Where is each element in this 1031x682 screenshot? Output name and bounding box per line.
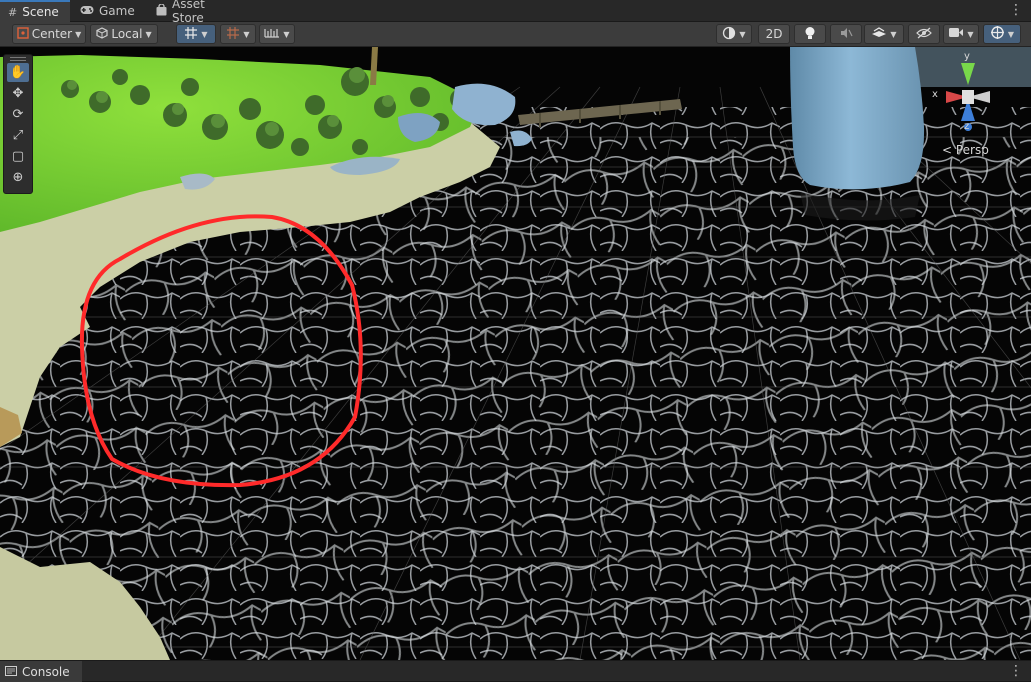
- transform-icon: ⊕: [12, 170, 24, 185]
- scene-toolbar: Center ▼ Local ▼ ▼ ▼ ▼ ▼ 2D ▼ ▼ ▼: [0, 22, 1031, 47]
- lighting-toggle[interactable]: [794, 24, 826, 44]
- move-arrows-icon: ✥: [12, 86, 24, 101]
- pivot-space-dropdown[interactable]: Local ▼: [90, 24, 158, 44]
- pivot-center-icon: [17, 26, 29, 42]
- pivot-mode-dropdown[interactable]: Center ▼: [12, 24, 86, 44]
- grid-snap-toggle[interactable]: ▼: [176, 24, 216, 44]
- more-options-icon[interactable]: ⋮: [1009, 3, 1023, 17]
- lightbulb-icon: [804, 26, 816, 43]
- eye-hidden-icon: [916, 27, 932, 42]
- camera-icon: [948, 27, 964, 41]
- scale-tool-button[interactable]: ⤢: [7, 126, 29, 145]
- tab-scene-label: Scene: [22, 5, 59, 19]
- camera-settings-dropdown[interactable]: ▼: [943, 24, 979, 44]
- shopping-bag-icon: [156, 2, 167, 19]
- cube-icon: [96, 26, 108, 42]
- move-tool-button[interactable]: ✥: [7, 84, 29, 103]
- scene-tools-overlay: ✋ ✥ ⟳ ⤢ ▢ ⊕: [3, 54, 33, 194]
- scene-visibility-toggle[interactable]: [908, 24, 940, 44]
- toggle-2d-label: 2D: [765, 27, 783, 41]
- layers-effects-icon: [871, 26, 887, 43]
- chevron-down-icon: ▼: [145, 29, 152, 39]
- chevron-down-icon: ▼: [283, 29, 290, 39]
- increment-snap-toggle[interactable]: ▼: [220, 24, 256, 44]
- speaker-muted-icon: [839, 26, 853, 43]
- hand-icon: ✋: [9, 65, 27, 80]
- tab-asset-store[interactable]: Asset Store: [148, 0, 248, 25]
- chevron-down-icon: ▼: [890, 29, 897, 39]
- shaded-sphere-icon: [722, 26, 736, 43]
- audio-toggle[interactable]: [830, 24, 862, 44]
- tab-game[interactable]: Game: [72, 0, 144, 22]
- chevron-down-icon: ▼: [243, 29, 250, 39]
- more-options-icon[interactable]: ⋮: [1009, 664, 1023, 678]
- hash-icon: #: [8, 5, 18, 19]
- chevron-down-icon: ▼: [1007, 29, 1015, 39]
- transform-tool-button[interactable]: ⊕: [7, 168, 29, 187]
- scale-icon: ⤢: [12, 128, 24, 143]
- toggle-2d-button[interactable]: 2D: [758, 24, 790, 44]
- chevron-down-icon: ▼: [739, 29, 746, 39]
- chevron-down-icon: ▼: [201, 29, 208, 39]
- gamepad-icon: [80, 5, 94, 18]
- projection-toggle[interactable]: < Persp: [942, 143, 989, 157]
- tab-console[interactable]: Console: [0, 661, 82, 682]
- view-options-dropdown[interactable]: ▼: [259, 24, 295, 44]
- pivot-mode-label: Center: [31, 27, 73, 41]
- increment-snap-icon: [226, 26, 240, 43]
- gizmos-icon: [990, 25, 1005, 43]
- scene-viewport[interactable]: ✋ ✥ ⟳ ⤢ ▢ ⊕ y x z < Persp: [0, 47, 1031, 660]
- chevron-down-icon: ▼: [75, 29, 82, 39]
- effects-dropdown[interactable]: ▼: [864, 24, 904, 44]
- rect-transform-icon: ▢: [11, 149, 25, 164]
- tab-game-label: Game: [99, 4, 135, 18]
- console-tab-bar: Console ⋮: [0, 660, 1031, 682]
- console-icon: [5, 665, 17, 679]
- view-tool-button[interactable]: ✋: [7, 63, 29, 82]
- grid-snap-icon: [184, 26, 198, 43]
- scene-render: [0, 47, 1031, 660]
- gizmo-y-label: y: [964, 51, 970, 62]
- pivot-space-label: Local: [111, 27, 143, 41]
- drag-handle[interactable]: [10, 57, 26, 61]
- window-tab-bar: # Scene Game Asset Store ⋮: [0, 0, 1031, 25]
- gizmos-dropdown[interactable]: ▼: [983, 24, 1021, 44]
- tab-console-label: Console: [22, 664, 70, 679]
- tab-scene[interactable]: # Scene: [0, 0, 70, 22]
- gizmo-center-cube[interactable]: [962, 90, 974, 104]
- rect-tool-button[interactable]: ▢: [7, 147, 29, 166]
- draw-mode-dropdown[interactable]: ▼: [716, 24, 752, 44]
- rotate-icon: ⟳: [12, 107, 24, 122]
- rotate-tool-button[interactable]: ⟳: [7, 105, 29, 124]
- chevron-down-icon: ▼: [967, 29, 974, 39]
- y-axis-cone[interactable]: [961, 63, 975, 85]
- gizmo-z-label: z: [964, 121, 970, 132]
- ruler-icon: [264, 27, 280, 42]
- gizmo-x-label: x: [932, 89, 938, 100]
